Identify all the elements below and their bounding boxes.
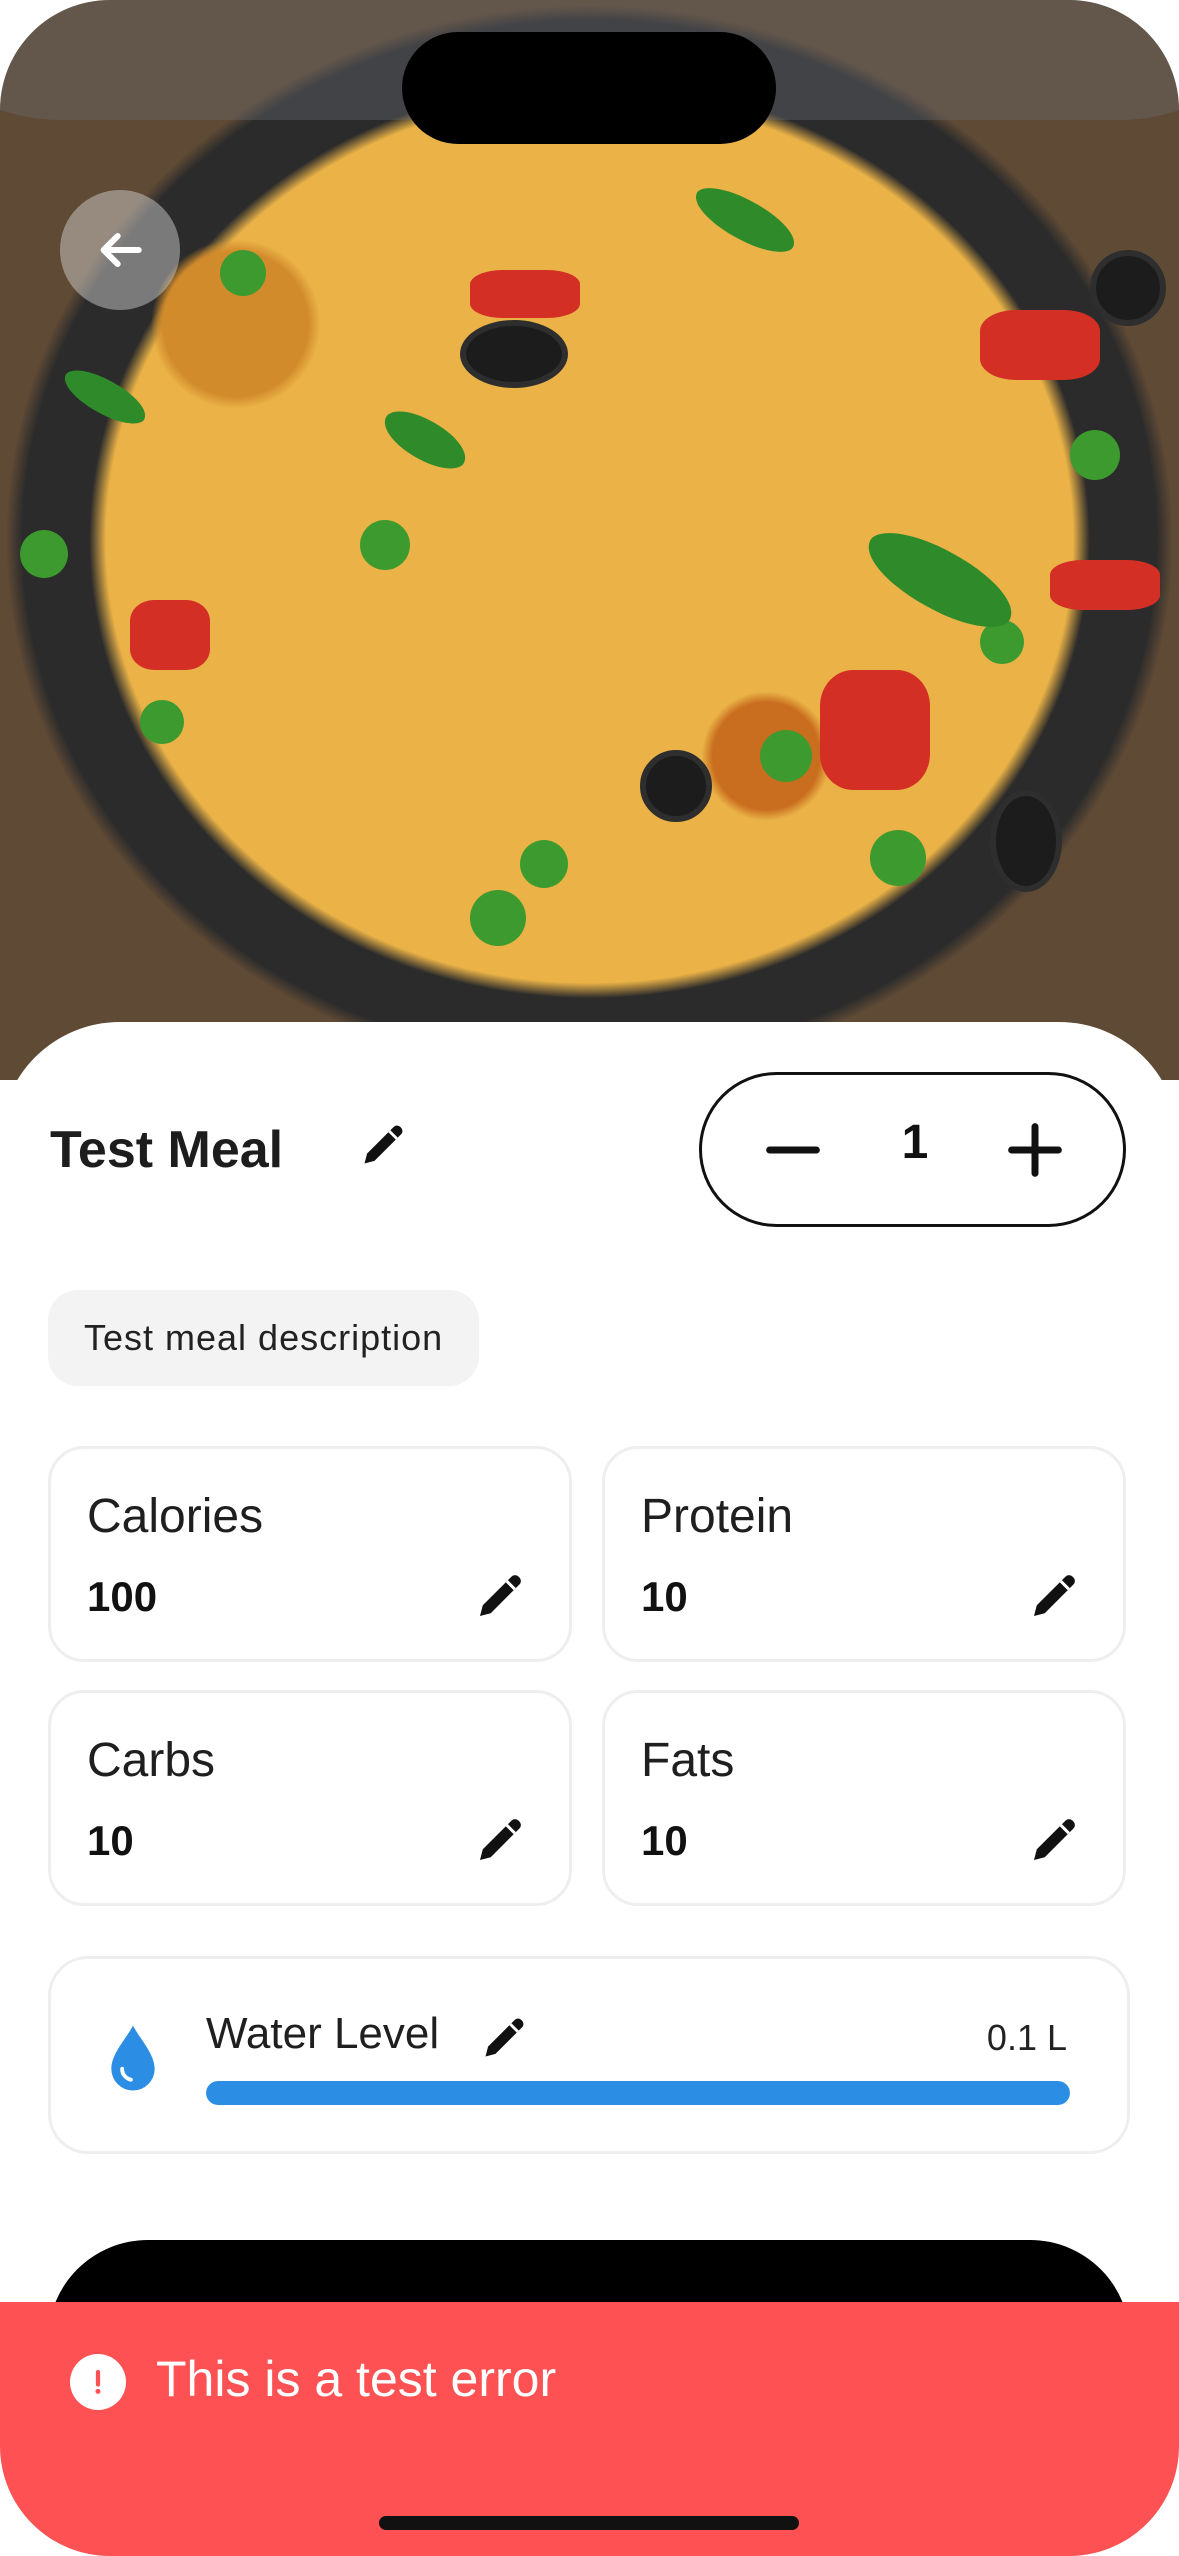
pencil-icon[interactable] xyxy=(473,1567,529,1623)
pea xyxy=(140,700,184,744)
dynamic-island xyxy=(402,32,776,144)
herb xyxy=(375,402,475,478)
quantity-stepper: 1 xyxy=(699,1072,1126,1227)
herb xyxy=(854,519,1026,641)
pea xyxy=(870,830,926,886)
card-label: Calories xyxy=(87,1490,264,1543)
water-progress-bar xyxy=(206,2081,1070,2105)
pea xyxy=(20,530,68,578)
meal-description: Test meal description xyxy=(48,1290,480,1386)
pea xyxy=(760,730,812,782)
water-progress-fill xyxy=(206,2081,1070,2105)
olive xyxy=(1090,250,1166,326)
meal-photo xyxy=(0,0,1179,1080)
minus-icon[interactable] xyxy=(758,1115,828,1185)
pepper xyxy=(130,600,210,670)
olive xyxy=(460,320,568,388)
card-value: 10 xyxy=(641,1573,688,1620)
card-label: Carbs xyxy=(87,1734,216,1787)
pepper xyxy=(1050,560,1160,610)
olive xyxy=(990,790,1062,892)
herb xyxy=(686,178,804,262)
exclamation-mark xyxy=(95,2369,101,2394)
calories-card[interactable]: Calories 100 xyxy=(48,1446,572,1662)
card-label: Fats xyxy=(641,1734,735,1787)
water-level-card[interactable]: Water Level 0.1 L xyxy=(48,1956,1130,2154)
pea xyxy=(220,250,266,296)
meal-title: Test Meal xyxy=(50,1121,284,1179)
back-button[interactable] xyxy=(60,190,180,310)
pencil-icon[interactable] xyxy=(473,1811,529,1867)
water-level-value: 0.1 L xyxy=(986,2017,1067,2058)
pea xyxy=(360,520,410,570)
water-level-label: Water Level xyxy=(206,2009,440,2058)
exclamation-circle-icon xyxy=(70,2354,126,2410)
app-screen: Test Meal 1 Test meal description Calori… xyxy=(0,0,1179,2556)
carbs-card[interactable]: Carbs 10 xyxy=(48,1690,572,1906)
card-value: 10 xyxy=(641,1817,688,1864)
pea xyxy=(1070,430,1120,480)
olive xyxy=(640,750,712,822)
home-indicator[interactable] xyxy=(379,2516,799,2530)
pencil-icon[interactable] xyxy=(479,2011,531,2063)
card-value: 10 xyxy=(87,1817,134,1864)
herb xyxy=(57,362,153,432)
error-message: This is a test error xyxy=(156,2351,557,2407)
protein-card[interactable]: Protein 10 xyxy=(602,1446,1126,1662)
pea xyxy=(470,890,526,946)
quantity-value: 1 xyxy=(901,1116,929,1169)
card-value: 100 xyxy=(87,1573,158,1620)
pepper xyxy=(470,270,580,318)
pencil-icon[interactable] xyxy=(1027,1567,1083,1623)
water-drop-icon xyxy=(111,2025,155,2091)
plus-icon[interactable] xyxy=(1000,1115,1070,1185)
pencil-icon[interactable] xyxy=(1027,1811,1083,1867)
arrow-left-icon xyxy=(100,232,142,268)
pencil-icon[interactable] xyxy=(358,1118,410,1170)
pea xyxy=(520,840,568,888)
pepper xyxy=(820,670,930,790)
card-label: Protein xyxy=(641,1490,794,1543)
fats-card[interactable]: Fats 10 xyxy=(602,1690,1126,1906)
pepper xyxy=(980,310,1100,380)
